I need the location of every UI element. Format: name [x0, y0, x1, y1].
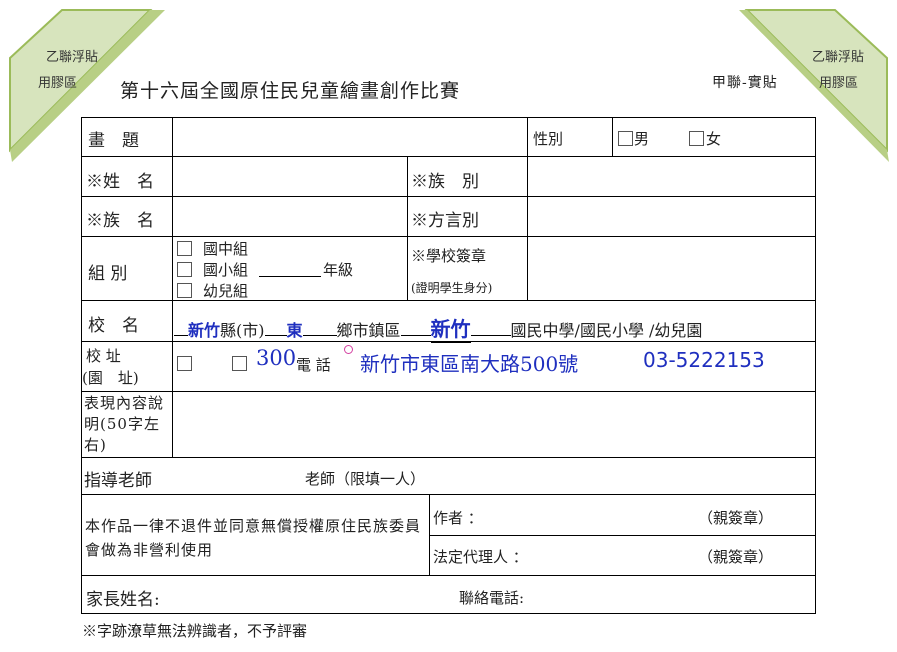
row-line-4	[81, 300, 815, 301]
phone-label: 電 話	[296, 356, 331, 374]
tribe-name-label: ※族 名	[86, 211, 154, 231]
guardian-seal: （親簽章）	[698, 548, 774, 566]
teacher-label: 指導老師	[84, 471, 152, 491]
gender-label: 性別	[533, 130, 564, 148]
contact-phone-label: 聯絡電話:	[459, 589, 525, 607]
gender-male-label: 男	[634, 130, 650, 148]
grade-suffix: 年級	[323, 261, 354, 279]
tribe-label: ※族 別	[411, 172, 479, 192]
school-name-line: 新竹縣(市) 東鄉市鎮區 新竹 國民中學/國民小學 /幼兒園	[174, 313, 702, 343]
col-line-label	[172, 117, 173, 457]
school-name-label: 校 名	[88, 316, 139, 336]
phone-value: 03-5222153	[643, 348, 765, 372]
postal-code: 300	[256, 346, 297, 370]
gender-female-label: 女	[706, 130, 722, 148]
group-label: 組 別	[88, 264, 128, 284]
consent-text: 本作品一律不退件並同意無償授權原住民族委員會做為非營利使用	[85, 517, 422, 559]
footer-note: ※字跡潦草無法辨識者，不予評審	[82, 622, 308, 640]
address-box-2[interactable]	[232, 356, 247, 371]
col-line-right	[527, 156, 528, 300]
school-county-suffix: 縣(市)	[220, 321, 265, 340]
copy-label: 甲聯-實貼	[712, 75, 778, 91]
author-seal: （親簽章）	[698, 509, 774, 527]
author-label: 作者 ：	[433, 509, 483, 527]
right-corner-line2: 用膠區	[819, 76, 859, 91]
school-county-value: 新竹	[188, 317, 221, 342]
school-value: 新竹	[430, 313, 471, 343]
group-elementary-checkbox[interactable]	[177, 262, 192, 277]
col-line-consent	[429, 494, 430, 575]
grade-blank[interactable]	[259, 276, 321, 277]
row-line-9	[429, 535, 815, 536]
name-label: ※姓 名	[86, 172, 154, 192]
row-line-6	[81, 391, 815, 392]
row-line-2	[81, 196, 815, 197]
form-title: 第十六屆全國原住民兒童繪畫創作比賽	[120, 80, 461, 102]
col-line-gender	[527, 117, 528, 156]
description-label: 表現內容說明(50字左右)	[84, 394, 165, 454]
row-line-3	[81, 236, 815, 237]
teacher-note: 老師（限填一人）	[305, 470, 426, 488]
parent-name-label: 家長姓名:	[86, 590, 160, 610]
school-type-suffix: 國民中學/國民小學 /幼兒園	[510, 321, 703, 340]
dialect-label: ※方言別	[411, 211, 479, 231]
group-kindergarten-label: 幼兒組	[203, 282, 249, 300]
right-corner-line1: 乙聯浮貼	[812, 50, 865, 65]
row-line-7	[81, 457, 815, 458]
gender-female-checkbox[interactable]	[689, 131, 704, 146]
address-value: 新竹市東區南大路500號	[360, 352, 579, 376]
guardian-label: 法定代理人 ：	[433, 548, 528, 566]
left-corner-line2: 用膠區	[38, 76, 78, 91]
col-line-mid	[407, 156, 408, 300]
group-junior-label: 國中組	[203, 240, 249, 258]
school-district-value: 東	[286, 317, 303, 342]
group-junior-checkbox[interactable]	[177, 241, 192, 256]
ink-mark	[344, 345, 353, 354]
group-elementary-label: 國小組	[203, 261, 249, 279]
address-label-1: 校 址	[86, 347, 121, 365]
address-box-1[interactable]	[177, 356, 192, 371]
painting-title-label: 畫 題	[88, 131, 139, 151]
group-kindergarten-checkbox[interactable]	[177, 283, 192, 298]
gender-male-checkbox[interactable]	[618, 131, 633, 146]
row-line-1	[81, 156, 815, 157]
school-seal-note: (證明學生身分)	[411, 281, 493, 295]
address-label-2: (園 址)	[82, 369, 139, 387]
school-seal-label: ※學校簽章	[411, 247, 487, 265]
school-district-suffix: 鄉市鎮區	[336, 321, 401, 340]
left-corner-line1: 乙聯浮貼	[46, 50, 99, 65]
col-line-gender-2	[612, 117, 613, 156]
row-line-8	[81, 494, 815, 495]
row-line-10	[81, 575, 815, 576]
